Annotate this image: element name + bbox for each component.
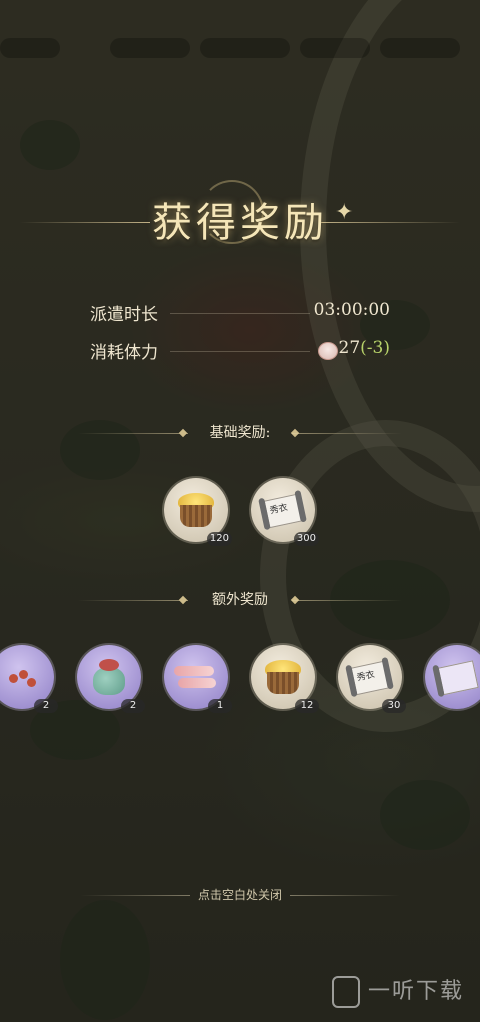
duration-row: 派遣时长 03:00:00 bbox=[90, 300, 390, 326]
item-count: 2 bbox=[121, 699, 145, 713]
item-count: 2 bbox=[34, 699, 58, 713]
basic-rewards-heading: 基础奖励: bbox=[0, 422, 480, 444]
purple-scroll-icon bbox=[432, 656, 480, 698]
extra-reward-grain[interactable]: 12 bbox=[251, 645, 319, 713]
item-count: 12 bbox=[295, 699, 319, 713]
stamina-icon bbox=[318, 342, 338, 360]
item-count: 120 bbox=[206, 532, 232, 546]
top-hud bbox=[0, 38, 480, 62]
stamina-label: 消耗体力 bbox=[90, 343, 158, 363]
duration-label: 派遣时长 bbox=[90, 305, 158, 325]
item-count: 30 bbox=[382, 699, 406, 713]
grain-basket-icon bbox=[263, 660, 303, 694]
item-count: 300 bbox=[293, 532, 319, 546]
extra-reward-meat[interactable]: 1 bbox=[164, 645, 232, 713]
scroll-icon: 秀衣 bbox=[258, 489, 308, 531]
extra-reward-purple-scroll[interactable] bbox=[425, 645, 480, 709]
extra-rewards-heading: 额外奖励 bbox=[0, 589, 480, 611]
item-count: 1 bbox=[208, 699, 232, 713]
pouch-icon bbox=[89, 657, 129, 697]
watermark-logo-icon bbox=[331, 976, 360, 1008]
watermark-text: 一听下载 bbox=[367, 979, 464, 1004]
close-hint[interactable]: 点击空白处关闭 bbox=[0, 886, 480, 903]
close-hint-text: 点击空白处关闭 bbox=[197, 888, 282, 902]
meat-icon bbox=[174, 660, 218, 694]
extra-reward-scroll[interactable]: 秀衣 30 bbox=[338, 645, 406, 713]
stamina-value-group: 27(-3) bbox=[339, 338, 390, 358]
basic-reward-grain[interactable]: 120 bbox=[164, 478, 232, 546]
basic-reward-scroll[interactable]: 秀衣 300 bbox=[251, 478, 319, 546]
grain-basket-icon bbox=[176, 493, 216, 527]
page-title: 获得奖励 bbox=[152, 200, 328, 246]
crane-icon: ✦ bbox=[335, 200, 354, 225]
berries-icon bbox=[7, 662, 37, 692]
extra-reward-pouch[interactable]: 2 bbox=[77, 645, 145, 713]
stamina-change: (-3) bbox=[360, 338, 390, 358]
map-background bbox=[0, 0, 480, 1022]
scroll-icon: 秀衣 bbox=[345, 656, 395, 698]
stamina-value: 27 bbox=[338, 338, 361, 358]
duration-value: 03:00:00 bbox=[313, 300, 390, 320]
watermark: 一听下载 bbox=[331, 973, 464, 1008]
reward-header: 获得奖励 ✦ bbox=[0, 180, 480, 260]
stamina-row: 消耗体力 27(-3) bbox=[90, 338, 390, 364]
